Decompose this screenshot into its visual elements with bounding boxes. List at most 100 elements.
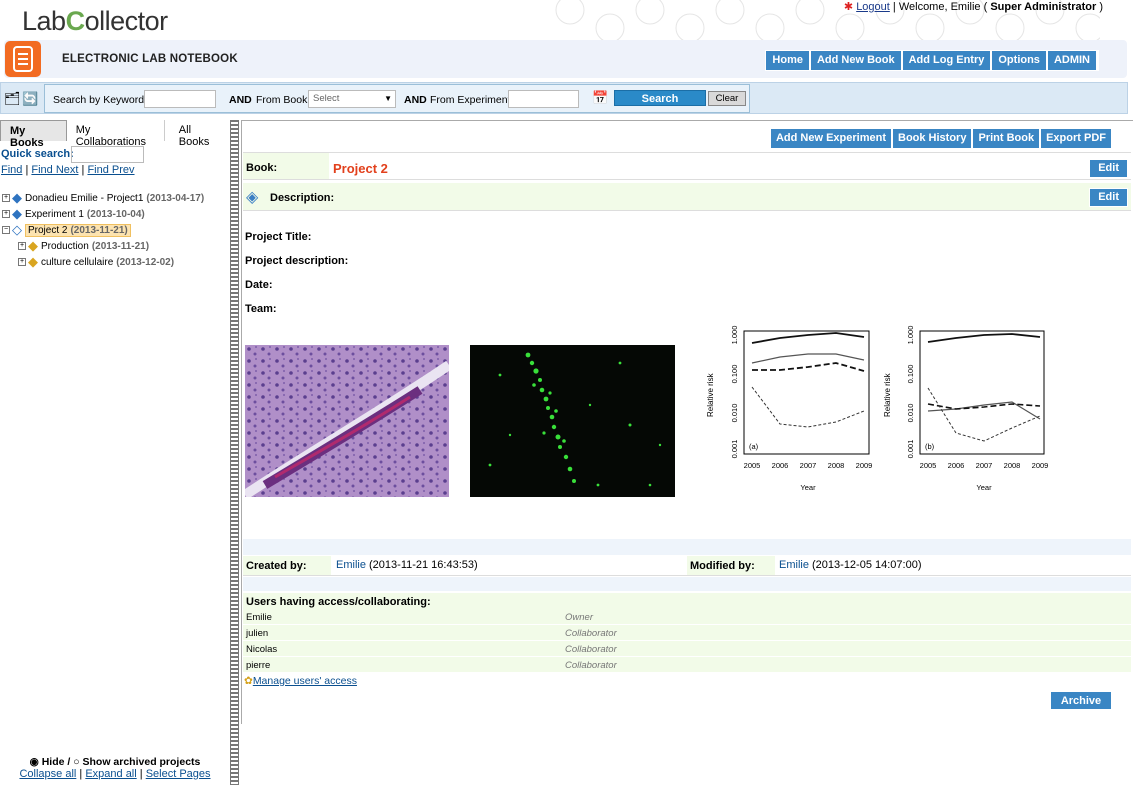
tab-my-books[interactable]: My Books	[0, 120, 67, 149]
expand-all-link[interactable]: Expand all	[85, 768, 136, 780]
find-next-link[interactable]: Find Next	[31, 164, 78, 176]
print-book-button[interactable]: Print Book	[973, 129, 1042, 148]
modified-by-label: Modified by:	[690, 560, 755, 572]
manage-access-link[interactable]: Manage users' access	[253, 675, 357, 687]
logout-icon: ✱	[843, 1, 854, 13]
edit-book-button[interactable]: Edit	[1089, 159, 1128, 178]
book-label: Book:	[246, 162, 278, 174]
modified-by-user-link[interactable]: Emilie	[779, 559, 809, 571]
team-label: Team:	[245, 303, 277, 315]
book-icon: ◆	[12, 206, 22, 221]
project-description-label: Project description:	[245, 255, 349, 267]
nav-add-log-entry-button[interactable]: Add Log Entry	[902, 51, 993, 70]
plot-b-xtick: 2007	[976, 461, 993, 470]
tree-toggle-icon[interactable]: 🗂	[4, 91, 21, 107]
welcome-text: | Welcome, Emilie (	[892, 1, 988, 13]
calendar-icon[interactable]: 📅	[592, 90, 608, 106]
search-button[interactable]: Search	[614, 90, 706, 106]
expand-icon[interactable]: +	[2, 210, 10, 218]
nav-options-button[interactable]: Options	[992, 51, 1048, 70]
edit-description-button[interactable]: Edit	[1089, 188, 1128, 207]
tree-item-label: Donadieu Emilie - Project1	[25, 192, 144, 204]
tree-item-project1[interactable]: + ◆ Donadieu Emilie - Project1 (2013-04-17…	[2, 190, 204, 206]
find-link[interactable]: Find	[1, 164, 22, 176]
quick-search-input[interactable]	[71, 146, 144, 163]
tree-item-project2[interactable]: − ◇ Project 2 (2013-11-21)	[2, 222, 131, 238]
add-new-experiment-button[interactable]: Add New Experiment	[770, 129, 893, 148]
from-experiment-label: From Experiment	[430, 94, 511, 106]
plot-a-ytick: 0.010	[730, 404, 739, 423]
find-prev-link[interactable]: Find Prev	[87, 164, 134, 176]
user-row: julien Collaborator	[243, 625, 1131, 641]
tree-item-label: Experiment 1	[25, 208, 84, 220]
collapse-all-link[interactable]: Collapse all	[19, 768, 76, 780]
expand-icon[interactable]: +	[18, 258, 26, 266]
plot-a-panel-label: (a)	[749, 442, 759, 451]
hide-radio[interactable]: ◉	[30, 756, 39, 768]
tab-all-books[interactable]: All Books	[164, 120, 229, 148]
archive-options: ◉ Hide / ○ Show archived projects Collap…	[19, 756, 211, 780]
plot-a-xtick: 2008	[828, 461, 845, 470]
plot-a-xtick: 2009	[856, 461, 872, 470]
description-label: Description:	[270, 192, 335, 204]
show-archived-label: Show archived projects	[82, 756, 201, 768]
plot-a-ytick: 1.000	[730, 326, 739, 345]
archive-button[interactable]: Archive	[1050, 691, 1112, 710]
plot-a-ytick: 0.100	[730, 365, 739, 384]
plot-b-ytick: 1.000	[906, 326, 915, 345]
book-name: Project 2	[333, 161, 388, 176]
plot-b-panel-label: (b)	[925, 442, 935, 451]
expand-icon[interactable]: +	[18, 242, 26, 250]
user-row: Emilie Owner	[243, 609, 1131, 625]
page-title: ELECTRONIC LAB NOTEBOOK	[62, 53, 238, 65]
created-by-user-link[interactable]: Emilie	[336, 559, 366, 571]
relative-risk-plot-b: Relative risk 1.000 0.100 0.010 0.001 20…	[883, 326, 1049, 492]
find-links: Find | Find Next | Find Prev	[1, 164, 135, 176]
user-role: Owner	[565, 612, 593, 623]
welcome-end: )	[1099, 1, 1103, 13]
user-role: Collaborator	[565, 660, 617, 671]
tree-item-selected: Project 2 (2013-11-21)	[25, 223, 131, 237]
plot-a-ytick: 0.001	[730, 440, 739, 459]
nav-home-button[interactable]: Home	[766, 51, 811, 70]
labcollector-logo: LabCollector	[22, 6, 168, 36]
created-by-value: Emilie (2013-11-21 16:43:53)	[336, 559, 478, 571]
experiment-input[interactable]	[508, 90, 579, 108]
users-header: Users having access/collaborating:	[246, 596, 431, 608]
tree-item-experiment1[interactable]: + ◆ Experiment 1 (2013-10-04)	[2, 206, 145, 222]
date-label: Date:	[245, 279, 273, 291]
book-history-button[interactable]: Book History	[893, 129, 974, 148]
select-pages-link[interactable]: Select Pages	[146, 768, 211, 780]
spacer-row	[243, 539, 1131, 555]
spacer-row	[243, 577, 1131, 591]
project-title-label: Project Title:	[245, 231, 312, 243]
user-name: Emilie	[246, 612, 272, 623]
keyword-input[interactable]	[144, 90, 216, 108]
left-panel: My Books My Collaborations All Books Qui…	[0, 120, 230, 785]
from-book-label: From Book	[256, 94, 308, 106]
histology-image	[245, 345, 449, 497]
show-archived-radio[interactable]: ○	[73, 756, 79, 768]
module-titlebar: ELECTRONIC LAB NOTEBOOK Home Add New Boo…	[4, 40, 1127, 78]
tree-item-label: Project 2	[28, 224, 68, 236]
tab-my-collaborations[interactable]: My Collaborations	[66, 120, 165, 148]
panel-splitter[interactable]	[230, 120, 239, 785]
tree-refresh-icon[interactable]: 🔄	[22, 91, 38, 107]
collapse-icon[interactable]: −	[2, 226, 10, 234]
plot-b-xtick: 2009	[1032, 461, 1049, 470]
book-select[interactable]: Select ▼	[308, 90, 396, 108]
nav-admin-button[interactable]: ADMIN	[1047, 51, 1098, 70]
clear-button[interactable]: Clear	[708, 91, 746, 106]
nav-add-new-book-button[interactable]: Add New Book	[810, 51, 903, 70]
tree-item-culture-cellulaire[interactable]: + ◆ culture cellulaire (2013-12-02)	[18, 254, 174, 270]
logout-link[interactable]: Logout	[856, 1, 890, 13]
expand-icon[interactable]: +	[2, 194, 10, 202]
chevron-down-icon: ▼	[384, 94, 392, 103]
plot-b-ytick: 0.001	[906, 440, 915, 459]
plot-b-xtick: 2006	[948, 461, 965, 470]
export-pdf-button[interactable]: Export PDF	[1041, 129, 1111, 148]
user-role: Collaborator	[565, 628, 617, 639]
plot-b-xtick: 2005	[920, 461, 937, 470]
tree-item-production[interactable]: + ◆ Production (2013-11-21)	[18, 238, 149, 254]
experiment-icon: ◆	[28, 254, 38, 269]
